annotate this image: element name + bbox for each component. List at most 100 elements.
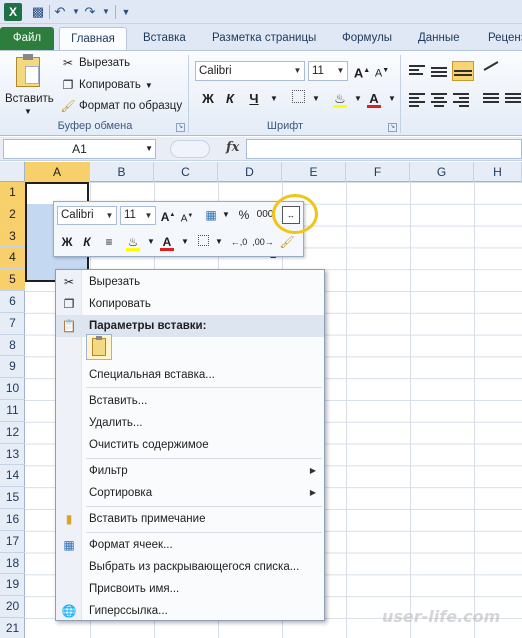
row-header-7[interactable]: 7 — [0, 313, 25, 335]
row-header-13[interactable]: 13 — [0, 444, 25, 466]
mini-format-painter-icon[interactable]: 🖌 — [278, 233, 296, 251]
menu-item-insert-comment[interactable]: ▮ Вставить примечание — [56, 508, 324, 530]
row-header-3[interactable]: 3 — [0, 225, 25, 248]
align-center-icon[interactable] — [430, 91, 448, 107]
menu-item-format-cells[interactable]: ▦ Формат ячеек... — [56, 534, 324, 556]
underline-dropdown-icon[interactable]: ▼ — [264, 89, 284, 109]
row-header-6[interactable]: 6 — [0, 291, 25, 313]
row-header-2[interactable]: 2 — [0, 203, 25, 226]
fill-color-button[interactable]: ♨ — [330, 89, 350, 109]
tab-home[interactable]: Главная — [59, 27, 127, 50]
tab-review[interactable]: Реценз — [488, 27, 522, 50]
customize-qat-icon[interactable]: ▼ — [118, 4, 134, 20]
underline-button[interactable]: Ч — [244, 89, 264, 109]
tab-page-layout[interactable]: Разметка страницы — [212, 27, 316, 50]
mini-borders-dropdown-icon[interactable]: ▼ — [210, 233, 228, 251]
menu-item-define-name[interactable]: Присвоить имя... — [56, 578, 324, 600]
row-header-15[interactable]: 15 — [0, 487, 25, 509]
name-box[interactable]: A1 ▼ — [3, 139, 156, 159]
column-header-b[interactable]: B — [90, 162, 154, 182]
undo-icon[interactable]: ↶ — [52, 4, 68, 20]
shrink-font-button[interactable]: A▼ — [372, 61, 392, 81]
menu-item-delete[interactable]: Удалить... — [56, 412, 324, 434]
row-header-16[interactable]: 16 — [0, 509, 25, 531]
row-header-10[interactable]: 10 — [0, 378, 25, 400]
menu-item-hyperlink[interactable]: 🌐 Гиперссылка... — [56, 600, 324, 622]
mini-italic-button[interactable]: К — [78, 233, 96, 251]
column-header-f[interactable]: F — [346, 162, 410, 182]
menu-item-pick-from-list[interactable]: Выбрать из раскрывающегося списка... — [56, 556, 324, 578]
menu-item-insert[interactable]: Вставить... — [56, 390, 324, 412]
text-orientation-icon[interactable] — [482, 61, 500, 79]
font-name-select[interactable]: Calibri ▼ — [195, 61, 305, 81]
align-right-icon[interactable] — [452, 91, 470, 107]
menu-item-sort[interactable]: Сортировка ▶ — [56, 482, 324, 504]
row-header-12[interactable]: 12 — [0, 422, 25, 444]
menu-item-paste-special[interactable]: Специальная вставка... — [56, 364, 324, 386]
mini-font-size-select[interactable]: 11 ▼ — [120, 206, 156, 225]
align-top-icon[interactable] — [408, 63, 426, 79]
tab-file[interactable]: Файл — [0, 27, 54, 50]
row-header-9[interactable]: 9 — [0, 356, 25, 379]
row-header-21[interactable]: 21 — [0, 618, 25, 638]
column-header-a[interactable]: A — [25, 162, 90, 182]
row-header-17[interactable]: 17 — [0, 531, 25, 553]
paste-option-button[interactable] — [86, 334, 112, 360]
row-header-14[interactable]: 14 — [0, 465, 25, 488]
font-dialog-launcher-icon[interactable]: ↘ — [388, 123, 397, 132]
bold-button[interactable]: Ж — [198, 89, 218, 109]
increase-indent-icon[interactable] — [504, 91, 522, 107]
align-bottom-icon[interactable] — [452, 61, 474, 81]
decrease-indent-icon[interactable] — [482, 91, 500, 107]
mini-align-center-icon[interactable]: ≡ — [100, 233, 118, 251]
excel-app-icon[interactable]: X — [4, 3, 22, 21]
font-color-dropdown-icon[interactable]: ▼ — [382, 89, 402, 109]
column-header-c[interactable]: C — [154, 162, 218, 182]
row-header-1[interactable]: 1 — [0, 182, 25, 204]
column-header-h[interactable]: H — [474, 162, 522, 182]
mini-fill-color-icon[interactable]: ♨ — [124, 233, 142, 251]
tab-data[interactable]: Данные — [418, 27, 460, 50]
tab-formulas[interactable]: Формулы — [342, 27, 392, 50]
align-left-icon[interactable] — [408, 91, 426, 107]
menu-item-filter[interactable]: Фильтр ▶ — [56, 460, 324, 482]
mini-percent-button[interactable]: % — [235, 206, 253, 224]
column-header-d[interactable]: D — [218, 162, 282, 182]
column-header-e[interactable]: E — [282, 162, 346, 182]
align-middle-icon[interactable] — [430, 63, 448, 79]
menu-item-clear-contents[interactable]: Очистить содержимое — [56, 434, 324, 456]
mini-currency-dropdown-icon[interactable]: ▼ — [217, 206, 235, 224]
copy-button[interactable]: ❐ Копировать ▼ — [60, 77, 153, 93]
paste-button[interactable]: Вставить ▼ — [3, 54, 54, 117]
row-header-5[interactable]: 5 — [0, 269, 25, 291]
mini-font-color-button[interactable]: A — [158, 233, 176, 251]
format-painter-button[interactable]: 🖌 Формат по образцу — [60, 98, 182, 114]
mini-bold-button[interactable]: Ж — [58, 233, 76, 251]
borders-dropdown-icon[interactable]: ▼ — [306, 89, 326, 109]
mini-font-color-dropdown-icon[interactable]: ▼ — [176, 233, 194, 251]
mini-font-name-select[interactable]: Calibri ▼ — [57, 206, 117, 225]
insert-function-icon[interactable]: fx — [226, 140, 239, 155]
grow-font-button[interactable]: A▲ — [352, 61, 372, 81]
menu-item-copy[interactable]: ❐ Копировать — [56, 293, 324, 315]
mini-grow-font-icon[interactable]: A▲ — [159, 206, 177, 224]
save-icon[interactable]: ▩ — [30, 4, 46, 20]
select-all-corner[interactable] — [0, 162, 25, 182]
italic-button[interactable]: К — [220, 89, 240, 109]
mini-shrink-font-icon[interactable]: A▼ — [178, 207, 196, 225]
redo-dropdown-icon[interactable]: ▼ — [98, 4, 114, 20]
row-header-18[interactable]: 18 — [0, 553, 25, 575]
font-color-button[interactable]: A — [364, 89, 384, 109]
borders-button[interactable] — [288, 89, 308, 109]
mini-increase-decimal-button[interactable]: ←,0 — [227, 233, 251, 251]
row-header-11[interactable]: 11 — [0, 400, 25, 422]
copy-dropdown-icon[interactable]: ▼ — [145, 81, 153, 90]
formula-input[interactable] — [246, 139, 522, 159]
redo-icon[interactable]: ↷ — [82, 4, 98, 20]
column-header-g[interactable]: G — [410, 162, 474, 182]
font-size-select[interactable]: 11 ▼ — [308, 61, 348, 81]
row-header-19[interactable]: 19 — [0, 574, 25, 597]
row-header-20[interactable]: 20 — [0, 596, 25, 618]
cut-button[interactable]: ✂ Вырезать — [60, 55, 130, 71]
mini-decrease-decimal-button[interactable]: ,00→ — [250, 233, 276, 251]
